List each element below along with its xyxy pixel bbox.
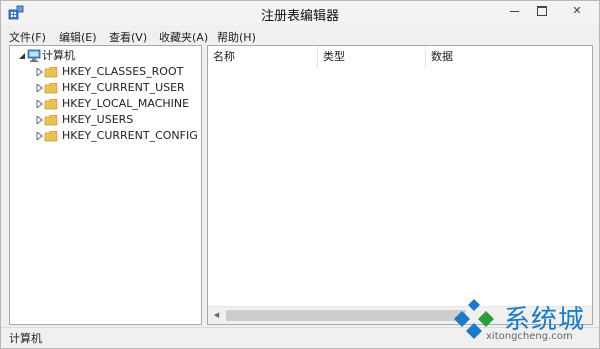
tree-item-label: HKEY_CLASSES_ROOT: [62, 65, 184, 78]
tree-item-label: 计算机: [42, 49, 75, 62]
expand-arrow-icon[interactable]: [36, 68, 44, 76]
scroll-left-arrow-icon[interactable]: ◀: [208, 307, 225, 324]
menu-view[interactable]: 查看(V): [109, 29, 147, 45]
watermark-logo: 系统城 xitongcheng.com: [446, 297, 596, 348]
menu-bar: 文件(F) 编辑(E) 查看(V) 收藏夹(A) 帮助(H): [1, 27, 599, 45]
tree-pane[interactable]: 计算机 HKEY_CLASSES_ROOT HKEY_CURRENT_USER …: [9, 45, 202, 325]
tree-item-hkey-classes-root[interactable]: HKEY_CLASSES_ROOT: [32, 64, 200, 80]
tree-item-label: HKEY_CURRENT_CONFIG: [62, 129, 198, 142]
tree-item-hkey-local-machine[interactable]: HKEY_LOCAL_MACHINE: [32, 96, 200, 112]
close-icon: ✕: [572, 4, 582, 17]
scrollbar-thumb[interactable]: [226, 310, 466, 321]
tree-item-label: HKEY_CURRENT_USER: [62, 81, 185, 94]
menu-edit[interactable]: 编辑(E): [59, 29, 97, 45]
menu-help[interactable]: 帮助(H): [217, 29, 256, 45]
expand-arrow-icon[interactable]: [36, 116, 44, 124]
expand-arrow-icon[interactable]: [36, 132, 44, 140]
maximize-icon: [537, 6, 547, 16]
folder-icon: [44, 131, 58, 142]
tree-item-hkey-current-config[interactable]: HKEY_CURRENT_CONFIG: [32, 128, 200, 144]
column-header-name[interactable]: 名称: [208, 46, 318, 68]
tree-item-hkey-users[interactable]: HKEY_USERS: [32, 112, 200, 128]
menu-favorites[interactable]: 收藏夹(A): [159, 29, 208, 45]
expand-arrow-icon[interactable]: [36, 84, 44, 92]
folder-icon: [44, 67, 58, 78]
folder-icon: [44, 99, 58, 110]
column-header-type[interactable]: 类型: [318, 46, 426, 68]
tree-item-label: HKEY_USERS: [62, 113, 134, 126]
title-bar[interactable]: 注册表编辑器 ✕: [1, 1, 599, 25]
registry-editor-window: 注册表编辑器 ✕ 文件(F) 编辑(E) 查看(V) 收藏夹(A) 帮助(H) …: [0, 0, 600, 349]
column-header-data[interactable]: 数据: [426, 46, 592, 68]
status-path: 计算机: [9, 332, 42, 345]
tree-item-label: HKEY_LOCAL_MACHINE: [62, 97, 190, 110]
values-list-pane[interactable]: 名称 类型 数据 ◀: [207, 45, 593, 325]
collapse-arrow-icon[interactable]: [18, 52, 26, 60]
computer-icon: [27, 49, 41, 62]
minimize-icon: [509, 10, 519, 12]
close-button[interactable]: ✕: [557, 1, 597, 21]
maximize-button[interactable]: [529, 1, 555, 21]
expand-arrow-icon[interactable]: [36, 100, 44, 108]
tree-item-hkey-current-user[interactable]: HKEY_CURRENT_USER: [32, 80, 200, 96]
folder-icon: [44, 115, 58, 126]
menu-file[interactable]: 文件(F): [9, 29, 46, 45]
watermark-url: xitongcheng.com: [486, 331, 573, 342]
tree-item-computer[interactable]: 计算机: [18, 48, 198, 64]
minimize-button[interactable]: [501, 1, 527, 21]
folder-icon: [44, 83, 58, 94]
